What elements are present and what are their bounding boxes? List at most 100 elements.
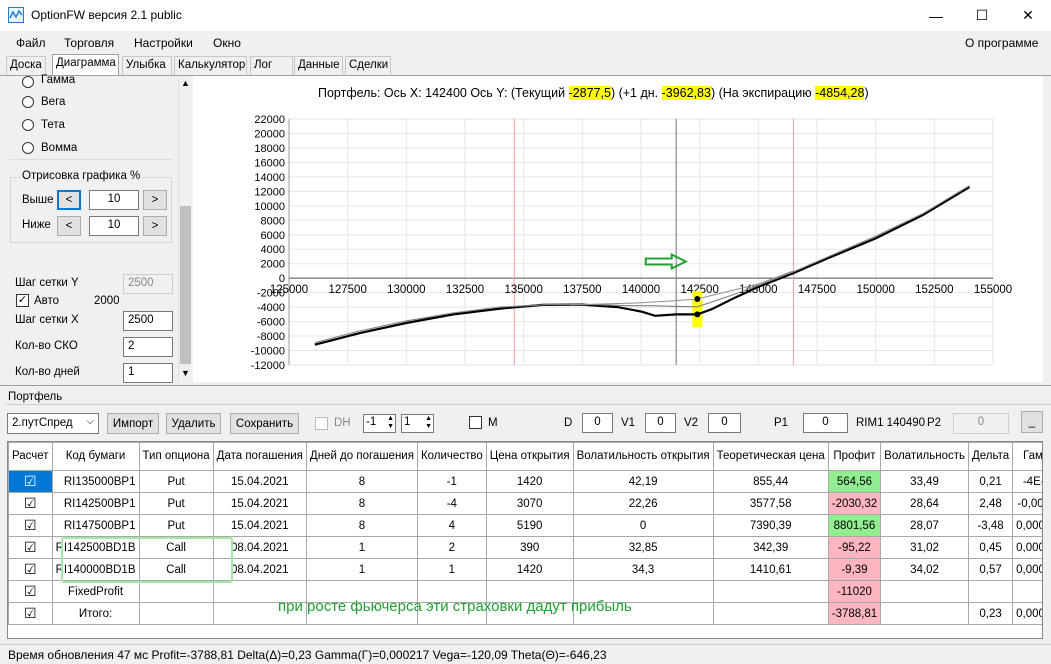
- portfolio-select[interactable]: 2.путСпред ⌵: [7, 413, 99, 434]
- dh-label: DH: [334, 417, 351, 429]
- header-date[interactable]: Дата погашения: [212, 442, 307, 471]
- below-field[interactable]: 10: [89, 216, 139, 236]
- header-calc[interactable]: Расчет: [8, 442, 53, 471]
- radio-theta[interactable]: [22, 119, 34, 131]
- cell-days: 1: [305, 536, 418, 559]
- delete-button[interactable]: Удалить: [166, 413, 221, 434]
- grid-x-field[interactable]: 2500: [123, 311, 173, 331]
- p2-label: P2: [927, 417, 942, 429]
- calc-cell[interactable]: ☑: [8, 536, 53, 559]
- header-code[interactable]: Код бумаги: [51, 442, 140, 471]
- header-vol-open[interactable]: Волатильность открытия: [572, 442, 714, 471]
- cell-profit: -2030,32: [827, 492, 882, 515]
- header-vol[interactable]: Волатильность: [880, 442, 969, 471]
- days-field[interactable]: 1: [123, 363, 173, 383]
- minimize-button[interactable]: —: [913, 0, 959, 31]
- header-gamma[interactable]: Гамма: [1012, 442, 1042, 471]
- calc-checkbox[interactable]: ☑: [24, 605, 37, 621]
- header-delta[interactable]: Дельта: [967, 442, 1014, 471]
- close-button[interactable]: ✕: [1005, 0, 1051, 31]
- above-field[interactable]: 10: [89, 190, 139, 210]
- tab-diagram[interactable]: Диаграмма: [52, 54, 119, 76]
- maximize-button[interactable]: ☐: [959, 0, 1005, 31]
- grid-y-field[interactable]: 2500: [123, 274, 173, 294]
- save-button[interactable]: Сохранить: [230, 413, 299, 434]
- spin2-arrows-icon[interactable]: ▲ ▼: [425, 415, 432, 431]
- table-row[interactable]: ☑ RI147500BP1 Put 15.04.2021 8 4 5190 0 7390,39 8…: [8, 514, 1042, 537]
- calc-cell[interactable]: ☑: [8, 514, 53, 537]
- import-button[interactable]: Импорт: [107, 413, 159, 434]
- extra-button[interactable]: _: [1021, 411, 1043, 433]
- spin1-arrows-icon[interactable]: ▲ ▼: [387, 415, 394, 431]
- above-decrease-button[interactable]: <: [57, 190, 81, 210]
- menu-window[interactable]: Окно: [213, 36, 241, 50]
- cell-profit: -3788,81: [827, 602, 882, 625]
- menu-settings[interactable]: Настройки: [134, 36, 193, 50]
- p1-field[interactable]: 0: [803, 413, 848, 433]
- menu-file[interactable]: Файл: [16, 36, 46, 50]
- title-bar: OptionFW версия 2.1 public — ☐ ✕: [0, 0, 1051, 31]
- x-tick-label: 137500: [563, 284, 601, 296]
- below-decrease-button[interactable]: <: [57, 216, 81, 236]
- scroll-down-icon[interactable]: ▼: [181, 368, 190, 378]
- radio-gamma[interactable]: [22, 76, 34, 88]
- calc-checkbox[interactable]: ☑: [24, 495, 37, 511]
- calc-cell[interactable]: ☑: [8, 580, 53, 603]
- tab-data[interactable]: Данные: [294, 56, 343, 75]
- calc-cell[interactable]: ☑: [8, 470, 53, 493]
- scroll-thumb[interactable]: [180, 206, 191, 364]
- calls-highlight-box: [61, 537, 233, 583]
- calc-checkbox[interactable]: ☑: [24, 517, 37, 533]
- above-increase-button[interactable]: >: [143, 190, 167, 210]
- dh-checkbox[interactable]: [315, 417, 328, 430]
- radio-vomma[interactable]: [22, 142, 34, 154]
- auto-checkbox[interactable]: ✓: [16, 294, 29, 307]
- sko-field[interactable]: 2: [123, 337, 173, 357]
- cell-theo: 3577,58: [712, 492, 829, 515]
- menu-trading[interactable]: Торговля: [64, 36, 114, 50]
- left-panel-scrollbar[interactable]: ▲ ▼: [178, 76, 192, 382]
- scroll-up-icon[interactable]: ▲: [181, 78, 190, 88]
- header-profit[interactable]: Профит: [827, 442, 882, 471]
- y-tick-label: -8000: [257, 331, 285, 343]
- radio-vega[interactable]: [22, 96, 34, 108]
- d-field[interactable]: 0: [582, 413, 613, 433]
- table-row[interactable]: ☑ RI135000BP1 Put 15.04.2021 8 -1 1420 42,19 855…: [8, 470, 1042, 493]
- payoff-chart[interactable]: 22000 20000 18000 16000 14000 12000 10000 8000 6…: [193, 76, 1043, 382]
- tab-strip: Доска Диаграмма Улыбка Калькулятор Лог Д…: [0, 54, 1051, 76]
- header-qty[interactable]: Количество: [416, 442, 487, 471]
- cell-profit: 564,56: [827, 470, 882, 493]
- menu-about[interactable]: О программе: [965, 36, 1038, 50]
- header-type[interactable]: Тип опциона: [138, 442, 214, 471]
- p2-field[interactable]: 0: [953, 413, 1009, 434]
- calc-checkbox[interactable]: ☑: [24, 561, 37, 577]
- tab-calculator[interactable]: Калькулятор: [174, 56, 247, 75]
- portfolio-label: Портфель: [8, 391, 63, 403]
- calc-checkbox[interactable]: ☑: [24, 539, 37, 555]
- below-increase-button[interactable]: >: [143, 216, 167, 236]
- table-row[interactable]: ☑ RI142500BP1 Put 15.04.2021 8 -4 3070 22,26 357…: [8, 492, 1042, 515]
- header-open[interactable]: Цена открытия: [485, 442, 574, 471]
- tab-board[interactable]: Доска: [6, 56, 46, 75]
- cell-theo: [712, 602, 829, 625]
- calc-checkbox[interactable]: ☑: [24, 473, 37, 489]
- cell-days: 8: [305, 470, 418, 493]
- tab-deals[interactable]: Сделки: [345, 56, 391, 75]
- calc-cell[interactable]: ☑: [8, 492, 53, 515]
- cell-vol-open: 0: [572, 514, 714, 537]
- portfolio-separator: [0, 385, 1051, 386]
- cell-open: 390: [485, 536, 574, 559]
- v2-field[interactable]: 0: [708, 413, 741, 433]
- calc-checkbox[interactable]: ☑: [24, 583, 37, 599]
- v1-field[interactable]: 0: [645, 413, 676, 433]
- calc-cell[interactable]: ☑: [8, 558, 53, 581]
- tab-log[interactable]: Лог: [250, 56, 293, 75]
- header-theo[interactable]: Теоретическая цена: [712, 442, 829, 471]
- m-checkbox[interactable]: [469, 416, 482, 429]
- header-days[interactable]: Дней до погашения: [305, 442, 418, 471]
- spin1-field[interactable]: -1 ▲ ▼: [363, 414, 396, 433]
- spin2-field[interactable]: 1 ▲ ▼: [401, 414, 434, 433]
- x-tick-label: 140000: [622, 284, 660, 296]
- calc-cell[interactable]: ☑: [8, 602, 53, 625]
- tab-smile[interactable]: Улыбка: [122, 56, 172, 75]
